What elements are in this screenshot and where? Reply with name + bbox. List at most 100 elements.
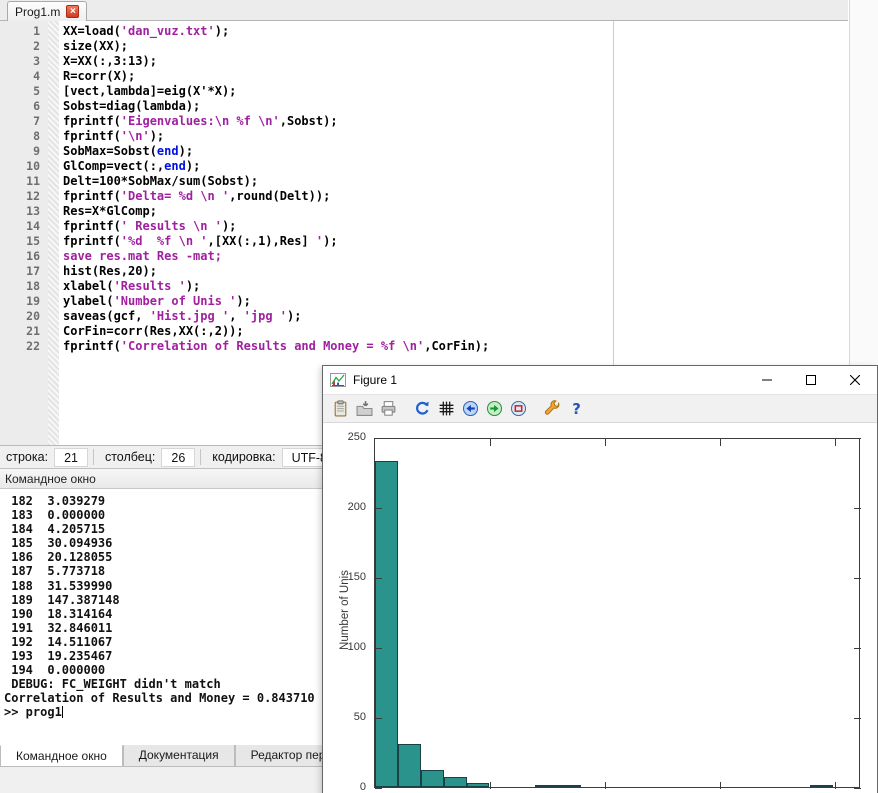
code-token: 'dan_vuz.txt' xyxy=(121,24,215,38)
histogram-plot xyxy=(374,438,860,788)
code-token: X=XX(:,3:13); xyxy=(63,54,157,68)
code-token: 'Hist.jpg ' xyxy=(150,309,229,323)
help-icon[interactable]: ? xyxy=(566,399,586,419)
code-line[interactable]: fprintf('Eigenvalues:\n %f \n',Sobst); xyxy=(63,114,489,129)
status-separator xyxy=(93,449,94,465)
code-token: Sobst=diag(lambda); xyxy=(63,99,200,113)
text-cursor xyxy=(62,706,63,718)
code-token: 'Results ' xyxy=(114,279,186,293)
close-button[interactable] xyxy=(833,366,877,393)
toolbar-separator xyxy=(530,395,540,422)
figure-canvas[interactable]: Number of Unis 050100150200250 xyxy=(323,423,877,793)
line-number: 21 xyxy=(4,324,40,339)
bottom-tab-active[interactable]: Командное окно xyxy=(0,745,123,767)
code-line[interactable]: Delt=100*SobMax/sum(Sobst); xyxy=(63,174,489,189)
y-tick-mark xyxy=(375,648,382,649)
grid-icon[interactable] xyxy=(436,399,456,419)
clipboard-icon[interactable] xyxy=(330,399,350,419)
toolbar-separator xyxy=(400,395,410,422)
code-token: 'Eigenvalues:\n %f \n' xyxy=(121,114,280,128)
fold-margin xyxy=(48,21,59,445)
code-line[interactable]: fprintf('Delta= %d \n ',round(Delt)); xyxy=(63,189,489,204)
line-number: 16 xyxy=(4,249,40,264)
zoom-out-icon[interactable] xyxy=(484,399,504,419)
code-token: end xyxy=(164,159,186,173)
code-token: ); xyxy=(215,24,229,38)
histogram-bar xyxy=(558,785,581,787)
code-token: [vect,lambda]=eig(X'*X); xyxy=(63,84,236,98)
line-number: 2 xyxy=(4,39,40,54)
editor-tab-bar: Prog1.m × xyxy=(0,0,848,21)
tools-icon[interactable] xyxy=(542,399,562,419)
code-line[interactable]: save res.mat Res -mat; xyxy=(63,249,489,264)
tab-prog1m[interactable]: Prog1.m × xyxy=(7,1,87,21)
line-number: 9 xyxy=(4,144,40,159)
code-token: fprintf( xyxy=(63,129,121,143)
minimize-button[interactable] xyxy=(745,366,789,393)
y-tick-label: 50 xyxy=(323,711,369,723)
x-tick-mark xyxy=(605,782,606,789)
code-line[interactable]: Sobst=diag(lambda); xyxy=(63,99,489,114)
bottom-tab-item[interactable]: Документация xyxy=(123,745,235,767)
line-number: 19 xyxy=(4,294,40,309)
code-token: ' Results \n ' xyxy=(121,219,222,233)
code-token: fprintf( xyxy=(63,234,121,248)
code-line[interactable]: X=XX(:,3:13); xyxy=(63,54,489,69)
tab-close-icon[interactable]: × xyxy=(66,5,79,18)
code-token: 'Delta= %d \n ' xyxy=(121,189,229,203)
code-token: 'jpg ' xyxy=(244,309,287,323)
code-token: end xyxy=(157,144,179,158)
code-token: size(XX); xyxy=(63,39,128,53)
code-line[interactable]: fprintf('Correlation of Results and Mone… xyxy=(63,339,489,354)
autoscale-icon[interactable] xyxy=(508,399,528,419)
zoom-in-icon[interactable] xyxy=(460,399,480,419)
y-tick-mark xyxy=(375,508,382,509)
code-line[interactable]: R=corr(X); xyxy=(63,69,489,84)
code-line[interactable]: CorFin=corr(Res,XX(:,2)); xyxy=(63,324,489,339)
code-line[interactable]: size(XX); xyxy=(63,39,489,54)
figure-toolbar: ? xyxy=(323,394,877,423)
y-tick-label: 0 xyxy=(323,781,369,793)
code-token: R=corr(X); xyxy=(63,69,135,83)
code-token: ); xyxy=(287,309,301,323)
code-token: CorFin=corr(Res,XX(:,2)); xyxy=(63,324,244,338)
code-token: Delt=100*SobMax/sum(Sobst); xyxy=(63,174,258,188)
figure-titlebar[interactable]: Figure 1 xyxy=(323,366,877,394)
code-line[interactable]: xlabel('Results '); xyxy=(63,279,489,294)
code-token: GlComp=vect(:, xyxy=(63,159,164,173)
code-token: ylabel( xyxy=(63,294,114,308)
line-number: 10 xyxy=(4,159,40,174)
code-line[interactable]: ylabel('Number of Unis '); xyxy=(63,294,489,309)
line-number: 6 xyxy=(4,99,40,114)
code-line[interactable]: GlComp=vect(:,end); xyxy=(63,159,489,174)
histogram-bar xyxy=(467,783,490,787)
code-line[interactable]: Res=X*GlComp; xyxy=(63,204,489,219)
code-line[interactable]: [vect,lambda]=eig(X'*X); xyxy=(63,84,489,99)
code-line[interactable]: fprintf(' Results \n '); xyxy=(63,219,489,234)
code-token: XX=load( xyxy=(63,24,121,38)
rotate-icon[interactable] xyxy=(412,399,432,419)
histogram-bar xyxy=(398,744,421,787)
line-number: 7 xyxy=(4,114,40,129)
print-icon[interactable] xyxy=(378,399,398,419)
code-line[interactable]: fprintf('%d %f \n ',[XX(:,1),Res] '); xyxy=(63,234,489,249)
x-tick-mark xyxy=(835,439,836,446)
code-token: ); xyxy=(236,294,250,308)
x-tick-mark xyxy=(605,439,606,446)
code-line[interactable]: saveas(gcf, 'Hist.jpg ', 'jpg '); xyxy=(63,309,489,324)
histogram-bar xyxy=(375,461,398,787)
code-line[interactable]: SobMax=Sobst(end); xyxy=(63,144,489,159)
code-token: fprintf( xyxy=(63,114,121,128)
save-figure-icon[interactable] xyxy=(354,399,374,419)
line-number: 4 xyxy=(4,69,40,84)
code-token: 'Correlation of Results and Money = %f \… xyxy=(121,339,424,353)
line-number-gutter[interactable]: 12345678910111213141516171819202122 xyxy=(0,21,48,445)
code-line[interactable]: hist(Res,20); xyxy=(63,264,489,279)
status-label: кодировка: xyxy=(212,450,275,464)
maximize-button[interactable] xyxy=(789,366,833,393)
line-number: 14 xyxy=(4,219,40,234)
code-line[interactable]: fprintf('\n'); xyxy=(63,129,489,144)
code-line[interactable]: XX=load('dan_vuz.txt'); xyxy=(63,24,489,39)
y-tick-label: 200 xyxy=(323,501,369,513)
code-area[interactable]: XX=load('dan_vuz.txt');size(XX);X=XX(:,3… xyxy=(63,24,489,354)
